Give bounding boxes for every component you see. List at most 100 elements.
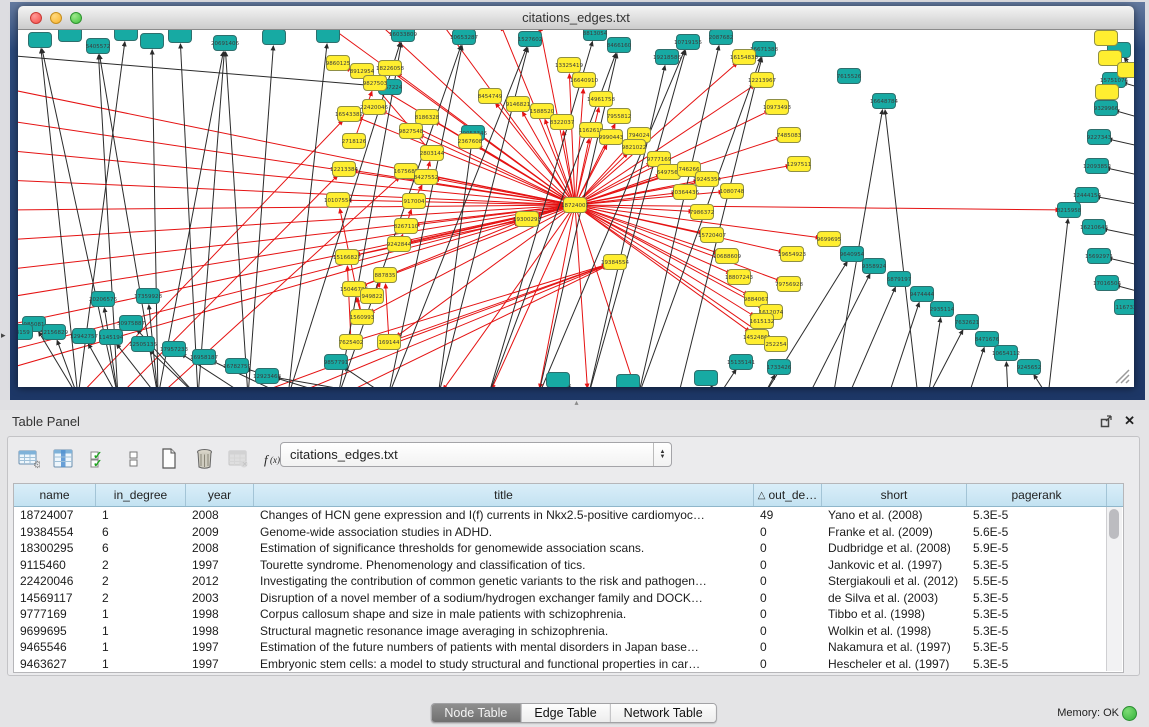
cell-year[interactable]: 2008 [186, 540, 254, 557]
cell-short[interactable]: Tibbo et al. (1998) [822, 606, 967, 623]
cell-title[interactable]: Estimation of significance thresholds fo… [254, 540, 754, 557]
graph-edge[interactable] [18, 205, 568, 210]
graph-node[interactable]: 887835 [374, 268, 397, 283]
graph-node[interactable]: 30975887 [117, 316, 145, 331]
column-header-name[interactable]: name [14, 484, 96, 506]
graph-node[interactable]: 13325419 [555, 58, 583, 73]
graph-node[interactable]: 7986372 [690, 205, 715, 220]
graph-node[interactable]: 19218586 [653, 50, 681, 65]
graph-node[interactable]: 20364436 [671, 185, 699, 200]
graph-edge[interactable] [885, 110, 917, 387]
cell-pagerank[interactable]: 5.3E-5 [967, 557, 1107, 574]
graph-node[interactable]: 8322037 [550, 115, 575, 130]
graph-edge[interactable] [890, 303, 919, 387]
cell-short[interactable]: Dudbridge et al. (2008) [822, 540, 967, 557]
cell-in_degree[interactable]: 1 [96, 639, 186, 656]
close-panel-icon[interactable]: ✕ [1124, 413, 1135, 429]
dropdown-stepper-icon[interactable]: ▲▼ [653, 443, 671, 466]
cell-year[interactable]: 2012 [186, 573, 254, 590]
graph-node[interactable]: 9821022 [622, 140, 647, 155]
window-titlebar[interactable]: citations_edges.txt [18, 6, 1134, 30]
graph-node[interactable]: 33159 [18, 325, 33, 340]
graph-node[interactable] [29, 33, 52, 48]
graph-edge[interactable] [722, 370, 736, 387]
cell-out_degree[interactable]: 0 [754, 573, 822, 590]
graph-node[interactable]: 9146821 [506, 97, 531, 112]
graph-edge[interactable] [580, 153, 628, 200]
graph-edge[interactable] [18, 206, 568, 296]
graph-node[interactable]: 1527602 [518, 32, 543, 47]
graph-edge[interactable] [428, 162, 430, 170]
collapse-panel-arrow-icon[interactable]: ▸ [1, 330, 6, 341]
graph-node[interactable]: 16543382 [335, 107, 363, 122]
cell-title[interactable]: Changes of HCN gene expression and I(f) … [254, 507, 754, 524]
graph-edge[interactable] [931, 330, 963, 387]
cell-name[interactable]: 22420046 [14, 573, 96, 590]
column-header-pagerank[interactable]: pagerank [967, 484, 1107, 506]
graph-node[interactable] [317, 30, 340, 43]
graph-edge[interactable] [199, 52, 225, 387]
graph-node[interactable]: 10654112 [992, 346, 1020, 361]
graph-node[interactable]: 19654923 [778, 247, 806, 262]
cell-out_degree[interactable]: 0 [754, 639, 822, 656]
graph-edge[interactable] [582, 192, 723, 205]
graph-node[interactable]: 8454749 [478, 89, 503, 104]
graph-edge[interactable] [18, 206, 568, 269]
cell-short[interactable]: de Silva et al. (2003) [822, 590, 967, 607]
cell-year[interactable]: 1997 [186, 639, 254, 656]
graph-node[interactable]: 12923468 [253, 369, 281, 384]
cell-out_degree[interactable]: 0 [754, 590, 822, 607]
graph-node[interactable] [115, 30, 138, 41]
graph-edge[interactable] [811, 274, 870, 387]
graph-node[interactable]: 9474444 [910, 287, 935, 302]
clear-selection-button[interactable] [121, 447, 147, 473]
cell-name[interactable]: 9777169 [14, 606, 96, 623]
cell-name[interactable]: 19384554 [14, 524, 96, 541]
cell-short[interactable]: Hescheler et al. (1997) [822, 656, 967, 673]
table-row[interactable]: 911546021997Tourette syndrome. Phenomeno… [14, 557, 1123, 574]
graph-node[interactable]: 10688609 [713, 249, 741, 264]
column-header-title[interactable]: title [254, 484, 754, 506]
cell-pagerank[interactable]: 5.3E-5 [967, 623, 1107, 640]
cell-in_degree[interactable]: 2 [96, 573, 186, 590]
graph-edge[interactable] [1096, 197, 1134, 205]
graph-node[interactable] [695, 371, 718, 386]
cell-in_degree[interactable]: 1 [96, 656, 186, 673]
graph-node[interactable]: 16958187 [190, 350, 218, 365]
graph-edge[interactable] [408, 210, 411, 220]
table-row[interactable]: 2242004622012Investigating the contribut… [14, 573, 1123, 590]
new-column-button[interactable] [156, 447, 182, 473]
cell-name[interactable]: 9463627 [14, 656, 96, 673]
graph-node[interactable]: 15135141 [727, 355, 755, 370]
cell-name[interactable]: 18300295 [14, 540, 96, 557]
cell-title[interactable]: Estimation of the future numbers of pati… [254, 639, 754, 656]
graph-node[interactable]: 16782759 [223, 359, 251, 374]
graph-node[interactable]: 19384554 [601, 255, 629, 270]
graph-node[interactable] [59, 30, 82, 42]
cell-in_degree[interactable]: 1 [96, 623, 186, 640]
tab-node-table[interactable]: Node Table [431, 704, 521, 722]
graph-node[interactable]: 22420046 [360, 100, 388, 115]
cell-short[interactable]: Wolkin et al. (1998) [822, 623, 967, 640]
cell-pagerank[interactable]: 5.3E-5 [967, 507, 1107, 524]
table-row[interactable]: 1456911722003Disruption of a novel membe… [14, 590, 1123, 607]
cell-out_degree[interactable]: 0 [754, 623, 822, 640]
graph-node[interactable]: 9699695 [817, 232, 842, 247]
select-all-button[interactable]: ✓✓ [86, 447, 112, 473]
graph-node[interactable]: 10107554 [324, 193, 352, 208]
column-visibility-button[interactable] [51, 447, 77, 473]
graph-edge[interactable] [970, 348, 984, 387]
graph-node[interactable]: 9827548 [399, 124, 424, 139]
graph-node[interactable]: 16154838 [730, 50, 758, 65]
graph-node[interactable]: 917004 [403, 194, 426, 209]
table-selector-dropdown[interactable]: citations_edges.txt ▲▼ [280, 442, 672, 467]
cell-title[interactable]: Investigating the contribution of common… [254, 573, 754, 590]
graph-edge[interactable] [249, 46, 274, 387]
graph-node[interactable]: 9329966 [1094, 101, 1119, 116]
table-row[interactable]: 1872400712008Changes of HCN gene express… [14, 507, 1123, 524]
tab-edge-table[interactable]: Edge Table [521, 704, 610, 722]
table-mode-button[interactable]: ⚙ [16, 447, 42, 473]
graph-node[interactable]: 20691406 [211, 36, 239, 51]
cell-name[interactable]: 14569117 [14, 590, 96, 607]
network-graph[interactable]: 5405572206914061603380978572241065328715… [18, 30, 1134, 387]
